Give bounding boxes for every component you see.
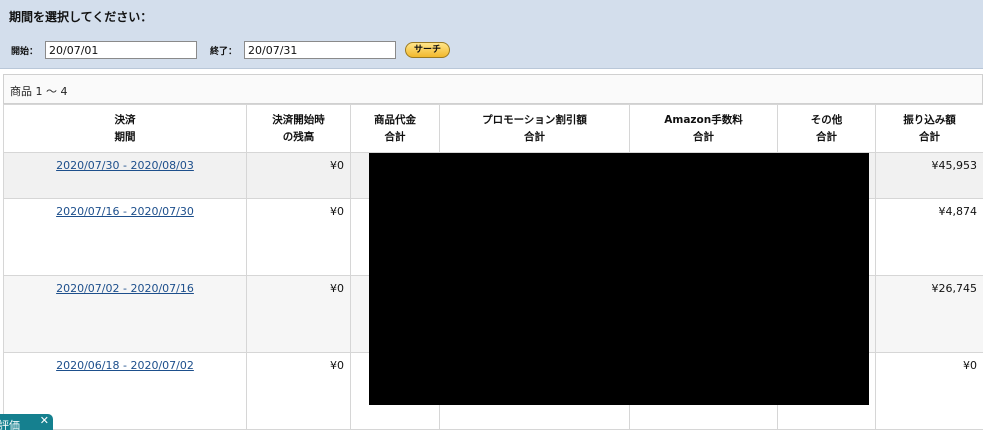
settlement-period-link[interactable]: 2020/07/16 - 2020/07/30 <box>56 205 194 218</box>
payout-cell: ¥45,953 <box>875 152 983 199</box>
opening-balance-cell: ¥0 <box>246 275 351 353</box>
header-payout: 振り込み額 合計 <box>875 104 983 153</box>
header-amazon-fees: Amazon手数料 合計 <box>629 104 778 153</box>
payout-cell: ¥0 <box>875 352 983 430</box>
results-count: 商品 1 〜 4 <box>10 85 68 98</box>
opening-balance-cell: ¥0 <box>246 352 351 430</box>
table-header-row: 決済 期間 決済開始時 の残高 商品代金 合計 プロモーション割引額 合計 Amazon… <box>3 104 983 153</box>
opening-balance-cell: ¥0 <box>246 152 351 199</box>
end-date-label: 終了： <box>210 47 238 57</box>
start-date-input[interactable] <box>45 41 197 59</box>
opening-balance-cell: ¥0 <box>246 198 351 276</box>
header-product-total: 商品代金 合計 <box>350 104 440 153</box>
header-promotion-discount: プロモーション割引額 合計 <box>439 104 630 153</box>
date-filter-panel: 期間を選択してください： 開始： 終了： サーチ <box>0 0 983 69</box>
period-cell: 2020/07/16 - 2020/07/30 <box>3 198 247 276</box>
header-opening-balance: 決済開始時 の残高 <box>246 104 351 153</box>
payout-cell: ¥4,874 <box>875 198 983 276</box>
start-date-label: 開始： <box>11 47 39 57</box>
end-date-input[interactable] <box>244 41 396 59</box>
settlement-period-link[interactable]: 2020/06/18 - 2020/07/02 <box>56 359 194 372</box>
payout-cell: ¥26,745 <box>875 275 983 353</box>
period-cell: 2020/07/02 - 2020/07/16 <box>3 275 247 353</box>
header-other: その他 合計 <box>777 104 876 153</box>
header-settlement-period: 決済 期間 <box>3 104 247 153</box>
close-icon[interactable]: ✕ <box>40 414 49 427</box>
period-cell: 2020/07/30 - 2020/08/03 <box>3 152 247 199</box>
search-button[interactable]: サーチ <box>405 42 450 58</box>
settlement-period-link[interactable]: 2020/07/30 - 2020/08/03 <box>56 159 194 172</box>
filter-title: 期間を選択してください： <box>9 10 153 24</box>
redaction-block <box>369 153 869 405</box>
feedback-tab[interactable]: 評価 ✕ <box>0 414 53 430</box>
feedback-label: 評価 <box>0 419 20 430</box>
results-bar: 商品 1 〜 4 <box>3 74 983 104</box>
settlement-period-link[interactable]: 2020/07/02 - 2020/07/16 <box>56 282 194 295</box>
